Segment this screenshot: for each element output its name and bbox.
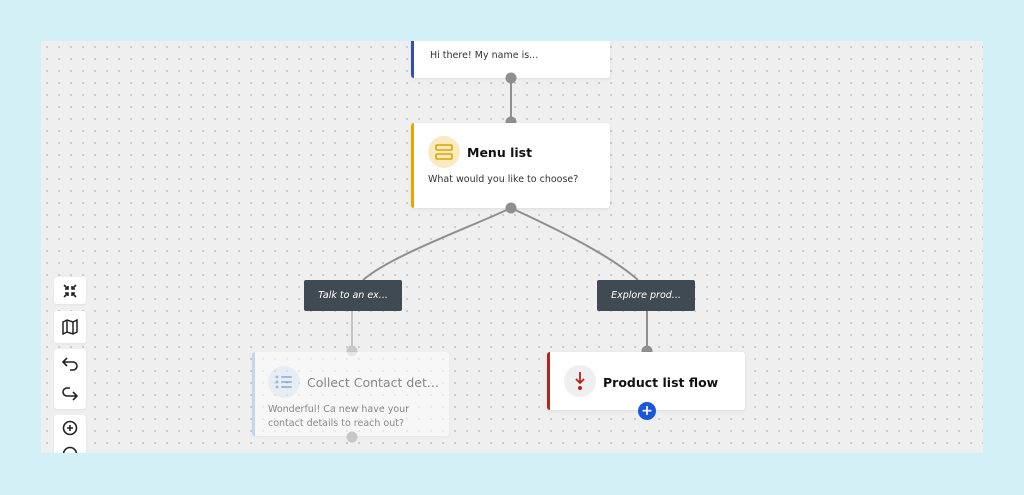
product-list-title: Product list flow	[603, 375, 719, 390]
flow-canvas[interactable]: Hi there! My name is... Menu list What w…	[41, 41, 983, 453]
menu-output-port[interactable]	[505, 202, 517, 214]
branch-label-talk[interactable]: Talk to an ex...	[304, 280, 402, 311]
zoom-out-icon[interactable]	[54, 441, 86, 453]
menu-list-text: What would you like to choose?	[428, 174, 579, 185]
flow-connections	[351, 78, 648, 351]
collect-contact-text: Wonderful! Ca new have your contact deta…	[268, 404, 410, 429]
zoom-in-icon[interactable]	[54, 415, 86, 441]
menu-list-title: Menu list	[467, 145, 533, 160]
branch-label-explore[interactable]: Explore prod...	[597, 280, 695, 311]
zoom-controls	[54, 415, 86, 453]
history-controls	[54, 349, 86, 409]
add-step-button[interactable]: +	[638, 402, 656, 420]
greeting-output-port[interactable]	[505, 72, 517, 84]
collapse-icon	[54, 278, 86, 304]
greeting-text: Hi there! My name is...	[430, 50, 539, 61]
collect-contact-node[interactable]: Collect Contact det... Wonderful! Ca new…	[252, 352, 449, 436]
undo-icon[interactable]	[54, 351, 86, 377]
menu-list-icon	[428, 136, 460, 168]
redo-icon[interactable]	[54, 381, 86, 407]
collect-contact-title: Collect Contact det...	[307, 375, 439, 390]
collect-output-port[interactable]	[346, 431, 358, 443]
menu-list-node[interactable]: Menu list What would you like to choose?	[411, 123, 610, 208]
connector-menu-talk	[362, 207, 512, 281]
map-icon	[54, 314, 86, 340]
collapse-button[interactable]	[54, 277, 86, 304]
map-button[interactable]	[54, 311, 86, 343]
flow-arrow-icon	[564, 365, 596, 397]
list-icon	[268, 366, 300, 398]
connector-menu-explore	[510, 207, 639, 281]
